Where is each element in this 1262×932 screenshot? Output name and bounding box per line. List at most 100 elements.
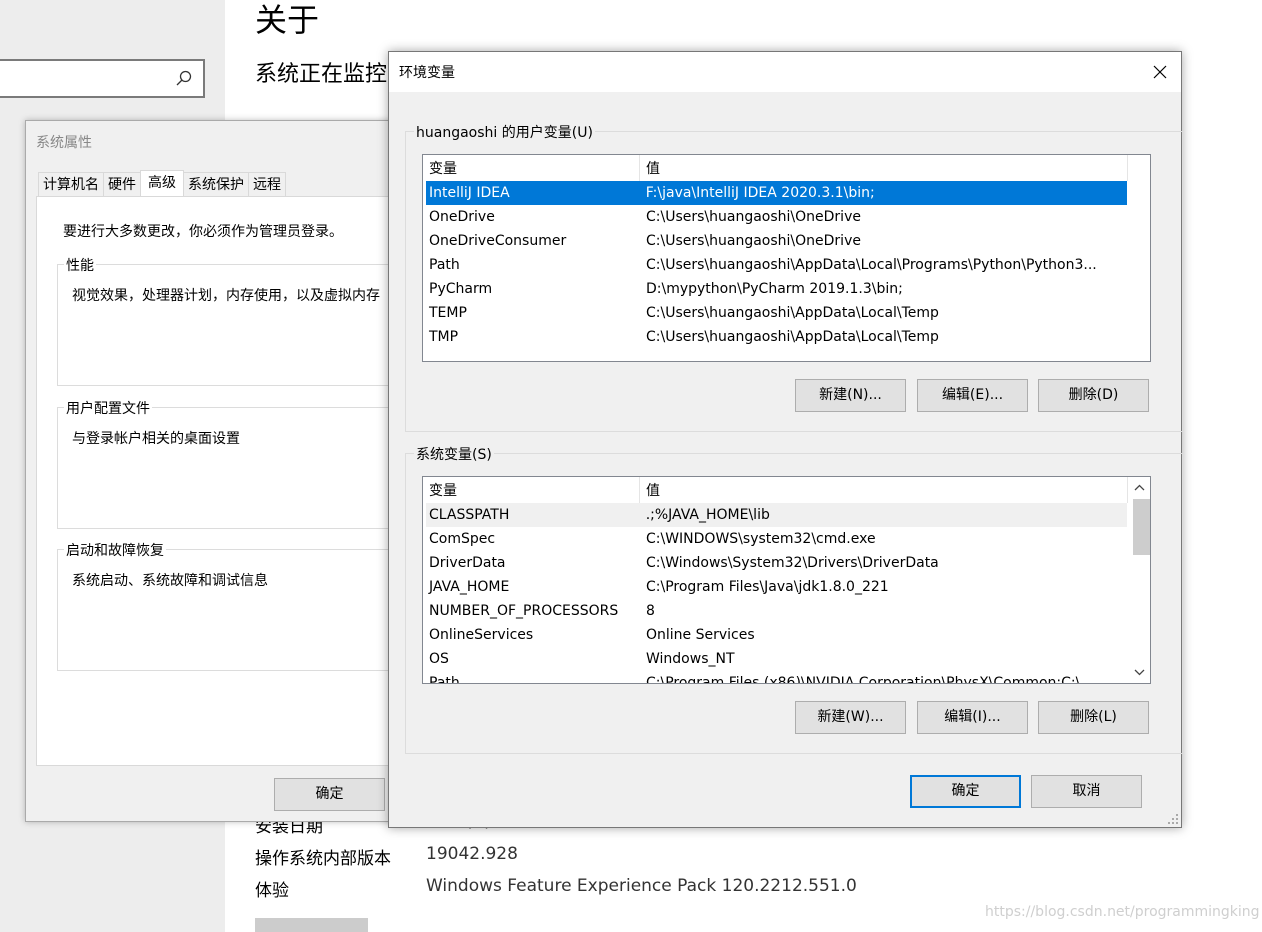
settings-search-box[interactable] [0, 59, 205, 98]
variable-name-cell: OneDrive [429, 209, 495, 225]
startup-recovery-group: 启动和故障恢复 系统启动、系统故障和调试信息 [57, 540, 407, 671]
table-row[interactable]: OneDrive C:\Users\huangaoshi\OneDrive [423, 205, 1150, 229]
system-edit-button[interactable]: 编辑(I)... [917, 701, 1028, 734]
tab-system-protection[interactable]: 系统保护 [183, 172, 249, 197]
list-header: 变量 值 [423, 155, 1150, 181]
group-description: 与登录帐户相关的桌面设置 [72, 431, 240, 447]
system-properties-dialog: 系统属性 计算机名 硬件 高级 系统保护 远程 要进行大多数更改，你必须作为管理… [25, 120, 407, 822]
table-row[interactable]: DriverData C:\Windows\System32\Drivers\Dr… [423, 551, 1150, 575]
column-header-variable[interactable]: 变量 [423, 155, 640, 181]
table-row[interactable]: PyCharm D:\mypython\PyCharm 2019.1.3\bin; [423, 277, 1150, 301]
tab-remote[interactable]: 远程 [248, 172, 286, 197]
user-profiles-group: 用户配置文件 与登录帐户相关的桌面设置 [57, 398, 407, 529]
variable-value-cell: C:\Program Files (x86)\NVIDIA Corporatio… [646, 675, 1094, 684]
resize-grip-icon[interactable] [1167, 813, 1179, 825]
system-variables-list[interactable]: 变量 值 CLASSPATH .;%JAVA_HOME\lib ComSpec C:\… [422, 476, 1151, 684]
system-new-button[interactable]: 新建(W)... [795, 701, 906, 734]
system-variables-group: 系统变量(S) 变量 值 CLASSPATH .;%JAVA_HOME\lib Co… [405, 444, 1183, 754]
column-header-value[interactable]: 值 [640, 155, 1128, 181]
variable-name-cell: IntelliJ IDEA [429, 185, 510, 201]
variable-name-cell: DriverData [429, 555, 506, 571]
variable-value-cell: C:\Users\huangaoshi\AppData\Local\Temp [646, 329, 939, 345]
variable-name-cell: OnlineServices [429, 627, 534, 643]
column-header-variable[interactable]: 变量 [423, 477, 640, 503]
variable-name-cell: Path [429, 675, 460, 684]
copy-button[interactable] [255, 918, 368, 932]
variable-name-cell: ComSpec [429, 531, 496, 547]
tab-advanced[interactable]: 高级 [140, 170, 184, 197]
table-row[interactable]: CLASSPATH .;%JAVA_HOME\lib [426, 503, 1127, 527]
admin-note: 要进行大多数更改，你必须作为管理员登录。 [63, 224, 343, 240]
variable-value-cell: C:\Windows\System32\Drivers\DriverData [646, 555, 939, 571]
spec-os-build-value: 19042.928 [426, 844, 518, 864]
vertical-scrollbar[interactable] [1129, 477, 1150, 683]
ok-button[interactable]: 确定 [910, 775, 1021, 808]
scrollbar-thumb[interactable] [1133, 499, 1150, 555]
variable-value-cell: 8 [646, 603, 655, 619]
user-variables-list[interactable]: 变量 值 IntelliJ IDEA F:\java\IntelliJ IDEA … [422, 154, 1151, 362]
group-legend: 用户配置文件 [64, 398, 152, 418]
scroll-down-icon[interactable] [1129, 661, 1150, 683]
variable-name-cell: JAVA_HOME [429, 579, 510, 595]
close-icon[interactable] [1151, 63, 1169, 81]
group-description: 系统启动、系统故障和调试信息 [72, 573, 268, 589]
table-row[interactable]: Path C:\Program Files (x86)\NVIDIA Corpor… [423, 671, 1150, 684]
variable-value-cell: C:\Users\huangaoshi\AppData\Local\Progra… [646, 257, 1097, 273]
variable-name-cell: TEMP [429, 305, 467, 321]
user-variables-group: huangaoshi 的用户变量(U) 变量 值 IntelliJ IDEA F:… [405, 122, 1183, 432]
table-row[interactable]: TEMP C:\Users\huangaoshi\AppData\Local\Te… [423, 301, 1150, 325]
variable-value-cell: D:\mypython\PyCharm 2019.1.3\bin; [646, 281, 903, 297]
variable-value-cell: C:\Users\huangaoshi\OneDrive [646, 233, 861, 249]
watermark: https://blog.csdn.net/programmingking [985, 904, 1260, 920]
table-row[interactable]: IntelliJ IDEA F:\java\IntelliJ IDEA 2020.… [426, 181, 1127, 205]
variable-name-cell: PyCharm [429, 281, 493, 297]
performance-group: 性能 视觉效果，处理器计划，内存使用，以及虚拟内存 [57, 255, 407, 386]
tab-computer-name[interactable]: 计算机名 [38, 172, 104, 197]
cancel-button[interactable]: 取消 [1031, 775, 1142, 808]
dialog-title: 环境变量 [399, 65, 455, 81]
spec-experience-value: Windows Feature Experience Pack 120.2212… [426, 876, 857, 896]
advanced-tab-panel: 要进行大多数更改，你必须作为管理员登录。 性能 视觉效果，处理器计划，内存使用，… [36, 196, 407, 766]
variable-value-cell: Online Services [646, 627, 755, 643]
group-legend: 性能 [64, 255, 96, 275]
ok-button[interactable]: 确定 [274, 778, 385, 811]
variable-value-cell: C:\Users\huangaoshi\AppData\Local\Temp [646, 305, 939, 321]
search-icon[interactable] [175, 69, 193, 87]
column-header-value[interactable]: 值 [640, 477, 1128, 503]
spec-os-build-label: 操作系统内部版本 [255, 849, 391, 869]
table-row[interactable]: OneDriveConsumer C:\Users\huangaoshi\OneD… [423, 229, 1150, 253]
group-legend: huangaoshi 的用户变量(U) [414, 122, 595, 142]
table-row[interactable]: JAVA_HOME C:\Program Files\Java\jdk1.8.0_… [423, 575, 1150, 599]
variable-name-cell: OS [429, 651, 449, 667]
page-title: 关于 [255, 1, 320, 39]
table-row[interactable]: NUMBER_OF_PROCESSORS 8 [423, 599, 1150, 623]
title-bar: 环境变量 [389, 52, 1181, 92]
list-header: 变量 值 [423, 477, 1150, 503]
variable-value-cell: .;%JAVA_HOME\lib [645, 507, 770, 523]
variable-value-cell: C:\Users\huangaoshi\OneDrive [646, 209, 861, 225]
tab-hardware[interactable]: 硬件 [103, 172, 141, 197]
variable-value-cell: C:\Program Files\Java\jdk1.8.0_221 [646, 579, 889, 595]
table-row[interactable]: Path C:\Users\huangaoshi\AppData\Local\Pr… [423, 253, 1150, 277]
group-description: 视觉效果，处理器计划，内存使用，以及虚拟内存 [72, 288, 380, 304]
spec-experience-label: 体验 [255, 881, 289, 901]
variable-name-cell: CLASSPATH [429, 507, 510, 523]
table-row[interactable]: OnlineServices Online Services [423, 623, 1150, 647]
user-new-button[interactable]: 新建(N)... [795, 379, 906, 412]
variable-name-cell: NUMBER_OF_PROCESSORS [429, 603, 619, 619]
table-row[interactable]: ComSpec C:\WINDOWS\system32\cmd.exe [423, 527, 1150, 551]
variable-value-cell: C:\WINDOWS\system32\cmd.exe [646, 531, 876, 547]
group-legend: 启动和故障恢复 [64, 540, 166, 560]
user-edit-button[interactable]: 编辑(E)... [917, 379, 1028, 412]
dialog-title: 系统属性 [36, 135, 92, 151]
variable-name-cell: OneDriveConsumer [429, 233, 567, 249]
scroll-up-icon[interactable] [1129, 477, 1150, 499]
system-delete-button[interactable]: 删除(L) [1038, 701, 1149, 734]
user-delete-button[interactable]: 删除(D) [1038, 379, 1149, 412]
table-row[interactable]: TMP C:\Users\huangaoshi\AppData\Local\Tem… [423, 325, 1150, 349]
variable-value-cell: F:\java\IntelliJ IDEA 2020.3.1\bin; [645, 185, 875, 201]
variable-value-cell: Windows_NT [646, 651, 735, 667]
table-row[interactable]: OS Windows_NT [423, 647, 1150, 671]
variable-name-cell: TMP [429, 329, 459, 345]
group-legend: 系统变量(S) [414, 444, 494, 464]
